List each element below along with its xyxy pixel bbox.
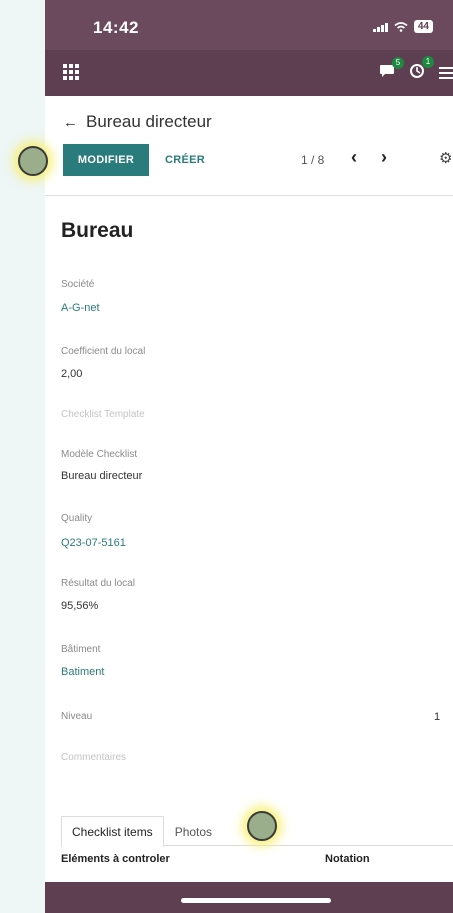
tab-photos[interactable]: Photos (164, 816, 223, 846)
signal-icon (372, 22, 388, 32)
top-navbar: 5 1 (45, 50, 453, 96)
home-indicator[interactable] (181, 898, 331, 903)
wifi-icon (394, 21, 408, 32)
activity-icon[interactable]: 1 (409, 56, 434, 83)
field-value-quality[interactable]: Q23-07-5161 (61, 537, 126, 549)
field-value-societe[interactable]: A-G-net (61, 302, 100, 314)
status-time: 14:42 (93, 18, 139, 37)
record-title: Bureau (61, 219, 134, 242)
field-label-coefficient: Coefficient du local (61, 346, 146, 357)
field-label-commentaires: Commentaires (61, 752, 127, 763)
chevron-right-icon[interactable]: › (381, 147, 387, 168)
field-label-niveau: Niveau (61, 711, 93, 722)
breadcrumb[interactable]: ← Bureau directeur (63, 112, 212, 132)
form-sheet: Bureau Société A-G-net Coefficient du lo… (45, 197, 453, 882)
battery-icon: 44 (413, 20, 433, 33)
field-label-modele-checklist: Modèle Checklist (61, 449, 138, 460)
menu-icon[interactable] (439, 67, 453, 79)
field-label-resultat: Résultat du local (61, 578, 135, 589)
field-value-resultat: 95,56% (61, 600, 99, 612)
field-value-coefficient: 2,00 (61, 368, 83, 380)
chat-icon[interactable]: 5 (379, 57, 404, 82)
control-panel: ← Bureau directeur MODIFIER CRÉER 1 / 8 … (45, 96, 453, 196)
create-button[interactable]: CRÉER (165, 148, 205, 172)
activity-count-badge: 1 (422, 56, 434, 68)
back-arrow-icon[interactable]: ← (63, 114, 78, 131)
field-value-niveau: 1 (434, 711, 441, 723)
touch-indicator (18, 146, 48, 176)
phone-screen: 14:42 44 5 1 ← Bureau directeur MODIFIER… (45, 0, 453, 913)
breadcrumb-label: Bureau directeur (86, 112, 212, 131)
status-icons: 44 (372, 20, 433, 33)
field-label-checklist-template: Checklist Template (61, 409, 145, 420)
navbar-systray: 5 1 (379, 56, 453, 86)
apps-grid-icon[interactable] (63, 64, 79, 80)
chevron-left-icon[interactable]: ‹ (351, 147, 357, 168)
field-label-quality: Quality (61, 513, 93, 524)
column-header-elements[interactable]: Eléments à controler (61, 853, 170, 865)
touch-indicator (247, 811, 277, 841)
status-bar: 14:42 44 (45, 0, 453, 50)
field-label-societe: Société (61, 279, 95, 290)
field-value-modele-checklist: Bureau directeur (61, 470, 143, 482)
field-value-batiment[interactable]: Batiment (61, 666, 104, 678)
tab-checklist-items[interactable]: Checklist items (61, 816, 164, 847)
edit-button[interactable]: MODIFIER (63, 144, 149, 176)
home-bar (45, 882, 453, 913)
pager-value: 1 / 8 (301, 153, 325, 167)
gear-icon[interactable]: ⚙ (439, 149, 452, 167)
field-label-batiment: Bâtiment (61, 644, 101, 655)
column-header-notation[interactable]: Notation (325, 853, 370, 865)
chat-count-badge: 5 (392, 57, 404, 69)
